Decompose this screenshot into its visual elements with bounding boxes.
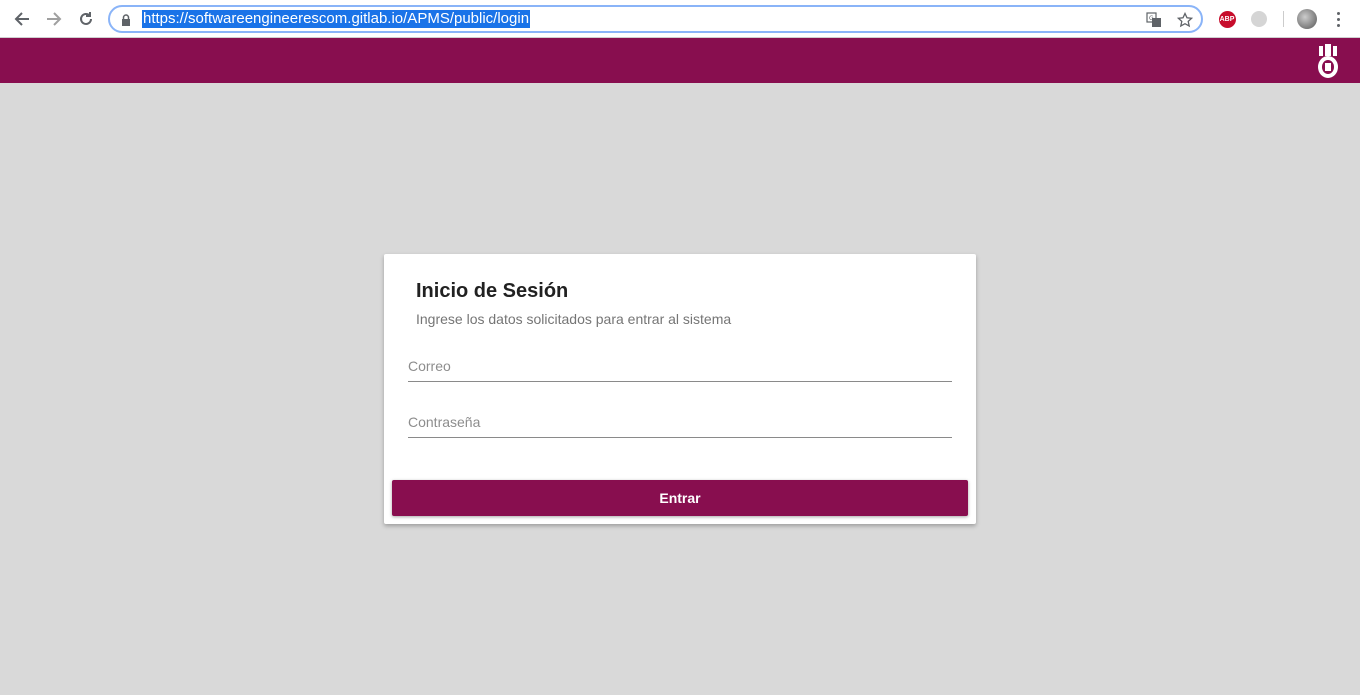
address-bar[interactable]: https://softwareengineerescom.gitlab.io/… [108, 5, 1203, 33]
submit-button[interactable]: Entrar [392, 480, 968, 516]
login-subtitle: Ingrese los datos solicitados para entra… [416, 311, 732, 327]
password-field[interactable] [408, 408, 952, 436]
back-icon[interactable] [10, 7, 34, 31]
browser-toolbar: https://softwareengineerescom.gitlab.io/… [0, 0, 1360, 38]
translate-icon[interactable]: G [1144, 10, 1164, 30]
email-field-wrapper [408, 352, 952, 382]
email-field[interactable] [408, 352, 952, 380]
url-text[interactable]: https://softwareengineerescom.gitlab.io/… [142, 10, 531, 28]
star-icon[interactable] [1175, 10, 1195, 30]
app-header [0, 38, 1360, 83]
forward-icon[interactable] [42, 7, 66, 31]
adblock-plus-label: ABP [1218, 10, 1236, 28]
login-card: Inicio de Sesión Ingrese los datos solic… [384, 254, 976, 524]
reload-icon[interactable] [74, 7, 98, 31]
lock-icon [121, 13, 131, 31]
password-field-wrapper [408, 408, 952, 438]
profile-avatar[interactable] [1297, 9, 1317, 29]
login-title: Inicio de Sesión [416, 280, 569, 302]
institution-logo [1316, 42, 1340, 80]
menu-icon[interactable] [1330, 9, 1346, 29]
adblock-plus-icon[interactable]: ABP [1217, 9, 1237, 29]
toolbar-divider [1283, 11, 1284, 27]
svg-text:G: G [1149, 15, 1154, 22]
extension-icon[interactable] [1249, 9, 1269, 29]
